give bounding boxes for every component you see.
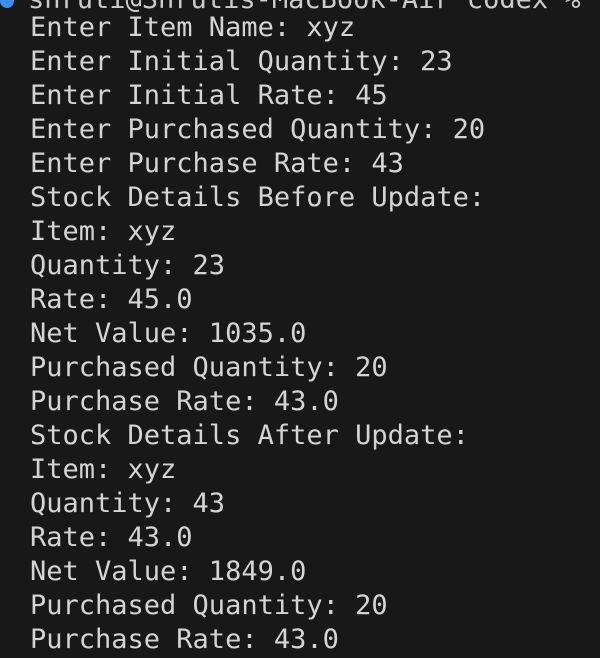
terminal-window[interactable]: shruti@Shrutis-MacBook-Air codex % Enter… [0, 0, 600, 658]
terminal-output: Enter Item Name: xyz Enter Initial Quant… [30, 11, 485, 657]
output-line-after-purchase-rate: Purchase Rate: 43.0 [30, 624, 339, 655]
output-line-after-rate: Rate: 43.0 [30, 522, 193, 553]
output-line-before-update-heading: Stock Details Before Update: [30, 182, 486, 213]
output-line-after-net-value: Net Value: 1849.0 [30, 556, 307, 587]
output-line-after-purchased-quantity: Purchased Quantity: 20 [30, 590, 388, 621]
prompt-status-dot-icon [0, 0, 14, 8]
output-line-initial-rate-prompt: Enter Initial Rate: 45 [30, 80, 388, 111]
output-line-after-quantity: Quantity: 43 [30, 488, 226, 519]
output-line-before-net-value: Net Value: 1035.0 [30, 318, 307, 349]
output-line-item-name-prompt: Enter Item Name: xyz [30, 12, 356, 43]
output-line-after-update-heading: Stock Details After Update: [30, 420, 469, 451]
output-line-before-rate: Rate: 45.0 [30, 284, 193, 315]
output-line-purchased-quantity-prompt: Enter Purchased Quantity: 20 [30, 114, 486, 145]
output-line-before-quantity: Quantity: 23 [30, 250, 226, 281]
output-line-before-purchase-rate: Purchase Rate: 43.0 [30, 386, 339, 417]
output-line-before-item: Item: xyz [30, 216, 177, 247]
output-line-before-purchased-quantity: Purchased Quantity: 20 [30, 352, 388, 383]
output-line-purchase-rate-prompt: Enter Purchase Rate: 43 [30, 148, 404, 179]
output-line-initial-quantity-prompt: Enter Initial Quantity: 23 [30, 46, 453, 77]
output-line-after-item: Item: xyz [30, 454, 177, 485]
